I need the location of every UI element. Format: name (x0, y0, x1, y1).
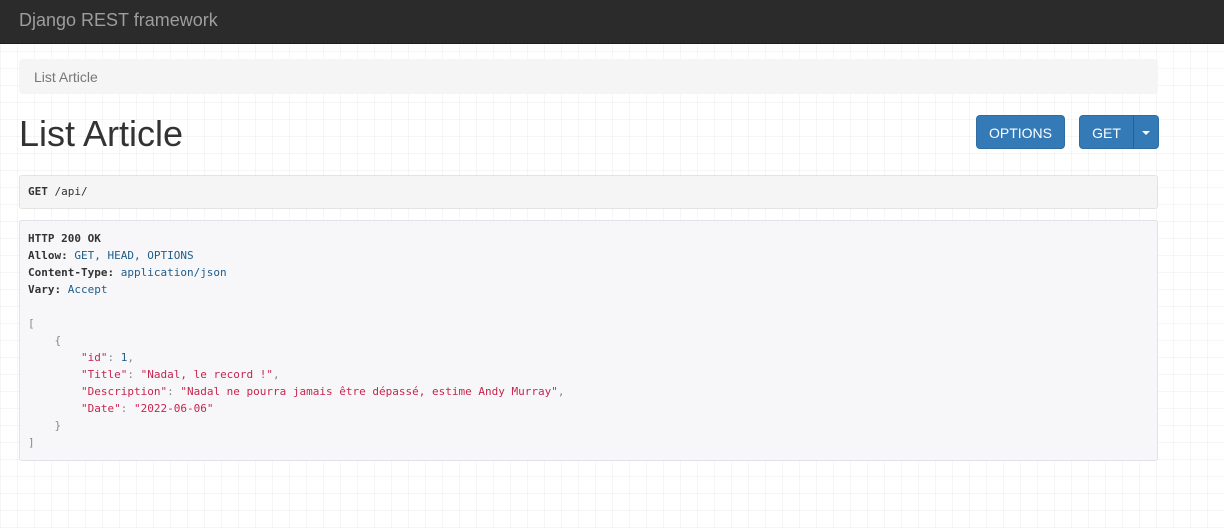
get-format-dropdown-toggle[interactable] (1133, 115, 1159, 149)
header-name: Allow: (28, 249, 68, 262)
json-open-brace: { (54, 334, 62, 347)
breadcrumb-item-current: List Article (34, 69, 98, 85)
get-button[interactable]: GET (1079, 115, 1134, 149)
request-info: GET /api/ (19, 175, 1158, 209)
page-title: List Article (19, 113, 184, 154)
json-key: "Date" (80, 402, 121, 415)
response-status: HTTP 200 OK (28, 232, 101, 245)
json-field: "Date": "2022-06-06" (80, 402, 214, 415)
header-name: Content-Type: (28, 266, 115, 279)
response-info: HTTP 200 OK Allow: GET, HEAD, OPTIONS Cont… (19, 220, 1158, 461)
json-field: "Title": "Nadal, le record !", (80, 368, 280, 381)
navbar: Django REST framework (0, 0, 1224, 44)
json-close-brace: } (54, 419, 62, 432)
json-field: "id": 1, (80, 351, 134, 364)
request-path: /api/ (54, 185, 88, 198)
json-value: "Nadal, le record !" (140, 368, 274, 381)
header-value: GET, HEAD, OPTIONS (74, 249, 194, 262)
json-value: "Nadal ne pourra jamais être dépassé, es… (180, 385, 558, 398)
json-key: "Description" (80, 385, 168, 398)
json-field: "Description": "Nadal ne pourra jamais ê… (80, 385, 565, 398)
brand-link[interactable]: Django REST framework (19, 10, 218, 31)
response-header: Content-Type: application/json (28, 264, 1149, 281)
response-header: Allow: GET, HEAD, OPTIONS (28, 247, 1149, 264)
request-method: GET (28, 185, 48, 198)
json-open-bracket: [ (28, 317, 35, 330)
header-name: Vary: (28, 283, 62, 296)
header-value: application/json (120, 266, 227, 279)
json-key: "id" (80, 351, 108, 364)
caret-down-icon (1142, 131, 1150, 136)
response-header: Vary: Accept (28, 281, 1149, 298)
json-close-bracket: ] (28, 436, 35, 449)
breadcrumb: List Article (19, 59, 1158, 94)
json-key: "Title" (80, 368, 128, 381)
options-button[interactable]: OPTIONS (976, 115, 1065, 149)
header-value: Accept (67, 283, 108, 296)
json-value: "2022-06-06" (133, 402, 214, 415)
